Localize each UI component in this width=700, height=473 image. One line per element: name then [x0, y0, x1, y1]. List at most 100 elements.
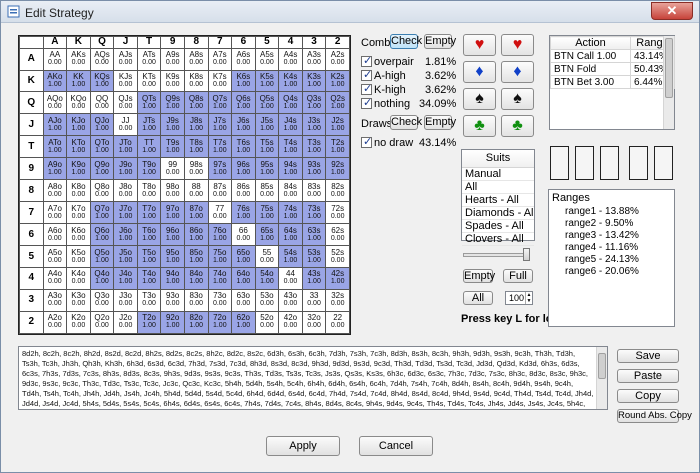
- table-row[interactable]: BTN Fold 50.43%: [550, 62, 675, 76]
- hand-cell[interactable]: T8s 1.00: [183, 135, 209, 159]
- combo-checkbox-k-high[interactable]: [361, 82, 372, 95]
- hand-cell[interactable]: 86s 0.00: [231, 179, 256, 203]
- hand-cell[interactable]: A8o 0.00: [42, 179, 68, 203]
- hand-cell[interactable]: J2o 0.00: [113, 310, 138, 335]
- hand-cell[interactable]: K2o 0.00: [66, 310, 91, 335]
- board-card-slot[interactable]: [629, 146, 648, 180]
- rank-column-header[interactable]: K: [66, 36, 91, 49]
- hand-cell[interactable]: K4s 1.00: [278, 69, 303, 93]
- list-item[interactable]: Hearts - All: [462, 194, 534, 207]
- rank-row-header[interactable]: 2: [19, 310, 44, 335]
- hand-cell[interactable]: Q7s 1.00: [207, 91, 233, 115]
- hand-cell[interactable]: K3o 0.00: [66, 288, 91, 312]
- rank-column-header[interactable]: 9: [160, 36, 185, 49]
- hand-cell[interactable]: 92o 1.00: [160, 310, 185, 335]
- save-button[interactable]: Save: [617, 349, 679, 363]
- range-item[interactable]: range2 - 9.50%: [549, 218, 674, 230]
- hand-cell[interactable]: 83o 0.00: [183, 288, 209, 312]
- hand-cell[interactable]: KJo 1.00: [66, 113, 91, 137]
- rank-row-header[interactable]: 7: [19, 201, 44, 225]
- empty-button[interactable]: Empty: [463, 269, 495, 283]
- hand-cell[interactable]: 76s 1.00: [231, 201, 256, 225]
- hand-cell[interactable]: 92s 1.00: [325, 157, 350, 181]
- hand-cell[interactable]: JTs 1.00: [136, 113, 162, 137]
- hand-cell[interactable]: 85s 0.00: [254, 179, 280, 203]
- hand-cell[interactable]: A4s 0.00: [278, 47, 303, 71]
- hand-cell[interactable]: 95o 1.00: [160, 245, 185, 268]
- rank-row-header[interactable]: 5: [19, 245, 44, 268]
- hand-cell[interactable]: J8s 1.00: [183, 113, 209, 137]
- hand-cell[interactable]: A9s 0.00: [160, 47, 185, 71]
- hand-cell[interactable]: T5s 1.00: [254, 135, 280, 159]
- club-suit-button[interactable]: ♣: [501, 115, 534, 137]
- hand-cell[interactable]: 84o 1.00: [183, 266, 209, 290]
- hand-cell[interactable]: Q2o 0.00: [89, 310, 115, 335]
- rank-row-header[interactable]: Q: [19, 91, 44, 115]
- full-button[interactable]: Full: [503, 269, 533, 283]
- copy-button[interactable]: Copy: [617, 389, 679, 403]
- hand-cell[interactable]: A7o 0.00: [42, 201, 68, 225]
- hand-cell[interactable]: K9s 0.00: [160, 69, 185, 93]
- rank-column-header[interactable]: J: [113, 36, 138, 49]
- hand-cell[interactable]: 55 0.00: [254, 245, 280, 268]
- hand-cell[interactable]: 93s 1.00: [301, 157, 327, 181]
- cancel-button[interactable]: Cancel: [359, 436, 433, 456]
- hand-cell[interactable]: 62o 1.00: [231, 310, 256, 335]
- hand-cell[interactable]: K5s 1.00: [254, 69, 280, 93]
- hand-cell[interactable]: K7s 0.00: [207, 69, 233, 93]
- hand-cell[interactable]: 44 0.00: [278, 266, 303, 290]
- rank-row-header[interactable]: K: [19, 69, 44, 93]
- rank-column-header[interactable]: 6: [231, 36, 256, 49]
- hand-cell[interactable]: 83s 0.00: [301, 179, 327, 203]
- combo-text-area[interactable]: 8d2h, 8c2h, 8c2h, 8h2d, 8s2d, 8c2d, 8h2s…: [18, 346, 608, 410]
- diamond-suit-button[interactable]: ♦: [463, 61, 496, 83]
- rank-column-header[interactable]: 4: [278, 36, 303, 49]
- hand-cell[interactable]: T4o 1.00: [136, 266, 162, 290]
- hand-cell[interactable]: 82o 1.00: [183, 310, 209, 335]
- hand-cell[interactable]: A6s 0.00: [231, 47, 256, 71]
- hand-cell[interactable]: 97s 1.00: [207, 157, 233, 181]
- list-item[interactable]: All: [462, 181, 534, 194]
- heart-suit-button[interactable]: ♥: [501, 34, 534, 56]
- hand-cell[interactable]: 22 0.00: [325, 310, 350, 335]
- weight-slider[interactable]: [463, 248, 530, 261]
- hand-cell[interactable]: Q9s 1.00: [160, 91, 185, 115]
- hand-cell[interactable]: T3s 1.00: [301, 135, 327, 159]
- hand-cell[interactable]: 75o 1.00: [207, 245, 233, 268]
- hand-cell[interactable]: QJo 1.00: [89, 113, 115, 137]
- spin-arrows-icon[interactable]: ▲ ▼: [525, 292, 532, 304]
- hand-cell[interactable]: Q4o 1.00: [89, 266, 115, 290]
- hand-cell[interactable]: 54s 1.00: [278, 245, 303, 268]
- paste-button[interactable]: Paste: [617, 369, 679, 383]
- hand-cell[interactable]: J8o 0.00: [113, 179, 138, 203]
- hand-cell[interactable]: 98o 0.00: [160, 179, 185, 203]
- draws-check-button[interactable]: Check: [390, 115, 422, 130]
- rank-row-header[interactable]: J: [19, 113, 44, 137]
- hand-cell[interactable]: T2s 1.00: [325, 135, 350, 159]
- hand-cell[interactable]: J2s 1.00: [325, 113, 350, 137]
- hand-cell[interactable]: 64o 1.00: [231, 266, 256, 290]
- hand-cell[interactable]: 54o 1.00: [254, 266, 280, 290]
- list-item[interactable]: Clovers - All: [462, 233, 534, 246]
- board-card-slot[interactable]: [575, 146, 594, 180]
- hand-cell[interactable]: K8s 0.00: [183, 69, 209, 93]
- hand-cell[interactable]: KTs 0.00: [136, 69, 162, 93]
- rank-row-header[interactable]: 9: [19, 157, 44, 181]
- hand-cell[interactable]: K5o 0.00: [66, 245, 91, 268]
- hand-cell[interactable]: 52o 0.00: [254, 310, 280, 335]
- club-suit-button[interactable]: ♣: [463, 115, 496, 137]
- hand-cell[interactable]: J6s 1.00: [231, 113, 256, 137]
- rank-row-header[interactable]: A: [19, 47, 44, 71]
- range-item[interactable]: range5 - 24.13%: [549, 254, 674, 266]
- hand-cell[interactable]: A5o 0.00: [42, 245, 68, 268]
- hand-cell[interactable]: 52s 0.00: [325, 245, 350, 268]
- hand-cell[interactable]: K6o 0.00: [66, 223, 91, 247]
- hand-cell[interactable]: AJo 1.00: [42, 113, 68, 137]
- hand-cell[interactable]: 64s 1.00: [278, 223, 303, 247]
- slider-handle[interactable]: [523, 248, 530, 261]
- hand-cell[interactable]: KQo 0.00: [66, 91, 91, 115]
- rank-row-header[interactable]: T: [19, 135, 44, 159]
- combo-checkbox-overpair[interactable]: [361, 54, 372, 67]
- combos-empty-button[interactable]: Empty: [424, 34, 456, 49]
- hand-cell[interactable]: JTo 1.00: [113, 135, 138, 159]
